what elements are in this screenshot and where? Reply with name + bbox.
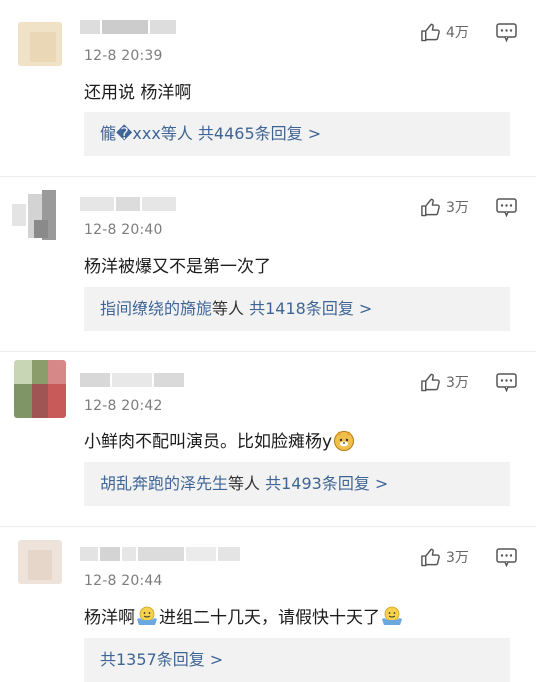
username-blurred[interactable] xyxy=(80,547,242,561)
shrug-emoji xyxy=(382,606,402,625)
comment-time: 12-8 20:40 xyxy=(84,222,163,238)
like-count: 4万 xyxy=(446,25,469,41)
comment-text: 杨洋啊 进组二十几天，请假快十天了 xyxy=(84,603,404,628)
replies-summary[interactable]: 共1357条回复 > xyxy=(84,638,510,682)
shrug-emoji xyxy=(137,606,157,625)
like-count: 3万 xyxy=(446,550,469,566)
username-blurred[interactable] xyxy=(80,373,186,387)
reply-users: 胡乱奔跑的泽先生 xyxy=(100,474,229,493)
comment-time: 12-8 20:42 xyxy=(84,398,163,414)
comment-time: 12-8 20:39 xyxy=(84,48,163,64)
reply-users-suffix: 等人 xyxy=(212,299,245,318)
more-icon[interactable] xyxy=(496,23,517,42)
like-count: 3万 xyxy=(446,200,469,216)
avatar[interactable] xyxy=(18,22,62,66)
comment-text: 小鲜肉不配叫演员。比如脸瘫杨y xyxy=(84,427,356,452)
comment-time: 12-8 20:44 xyxy=(84,573,163,589)
more-icon[interactable] xyxy=(496,548,517,567)
divider xyxy=(0,176,536,177)
comment-text: 还用说 杨洋啊 xyxy=(84,83,192,103)
doge-emoji xyxy=(334,431,355,451)
divider xyxy=(0,526,536,527)
like-button[interactable]: 3万 xyxy=(420,372,469,392)
comment-text: 杨洋被爆又不是第一次了 xyxy=(84,257,271,277)
reply-users: 指间缭绕的旖旎 xyxy=(100,299,213,318)
reply-users: 儱�xxx等人 xyxy=(100,124,193,143)
avatar[interactable] xyxy=(12,190,66,242)
like-button[interactable]: 3万 xyxy=(420,197,469,217)
more-icon[interactable] xyxy=(496,373,517,392)
thumbs-up-icon xyxy=(421,23,440,42)
username-blurred[interactable] xyxy=(80,197,178,211)
like-count: 3万 xyxy=(446,375,469,391)
like-button[interactable]: 3万 xyxy=(420,547,469,567)
thumbs-up-icon xyxy=(421,373,440,392)
replies-summary[interactable]: 儱�xxx等人 共4465条回复 > xyxy=(84,112,510,156)
reply-count: 共1493条回复 > xyxy=(260,474,389,493)
replies-summary[interactable]: 胡乱奔跑的泽先生等人 共1493条回复 > xyxy=(84,462,510,506)
more-icon[interactable] xyxy=(496,198,517,217)
like-button[interactable]: 4万 xyxy=(420,22,469,42)
thumbs-up-icon xyxy=(421,198,440,217)
thumbs-up-icon xyxy=(421,548,440,567)
divider xyxy=(0,351,536,352)
avatar[interactable] xyxy=(18,540,62,584)
replies-summary[interactable]: 指间缭绕的旖旎等人 共1418条回复 > xyxy=(84,287,510,331)
reply-count: 共1418条回复 > xyxy=(244,299,373,318)
username-blurred[interactable] xyxy=(80,20,178,34)
reply-count: 共1357条回复 > xyxy=(100,650,224,669)
reply-users-suffix: 等人 xyxy=(228,474,261,493)
reply-count: 共4465条回复 > xyxy=(192,124,322,143)
avatar[interactable] xyxy=(14,360,66,418)
